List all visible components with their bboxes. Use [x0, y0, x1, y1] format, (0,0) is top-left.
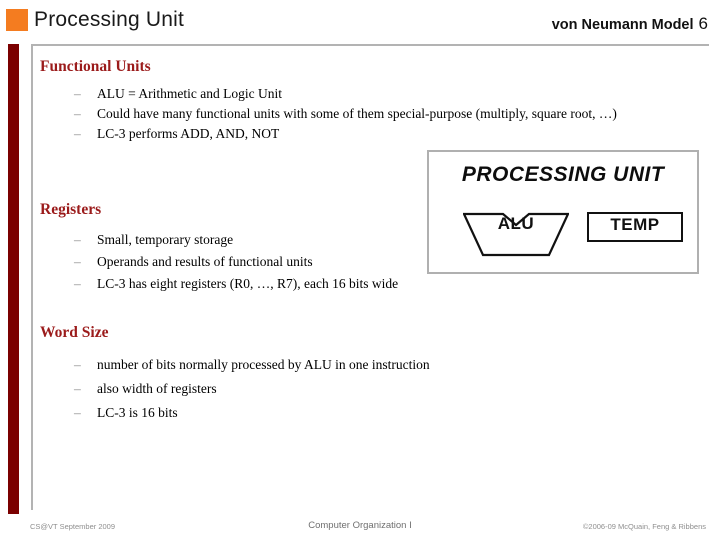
bullet-dash-icon: – [74, 126, 81, 141]
list-item: – also width of registers [33, 377, 430, 401]
list-item-text: Could have many functional units with so… [97, 106, 617, 121]
bullet-dash-icon: – [74, 254, 81, 269]
bullet-list: – ALU = Arithmetic and Logic Unit – Coul… [33, 84, 707, 144]
list-item-text: Small, temporary storage [97, 232, 234, 247]
section-heading: Functional Units [40, 58, 151, 75]
list-item: – number of bits normally processed by A… [33, 353, 430, 377]
list-item-text: LC-3 performs ADD, AND, NOT [97, 126, 280, 141]
list-item-text: ALU = Arithmetic and Logic Unit [97, 86, 282, 101]
bullet-dash-icon: – [74, 357, 81, 372]
bullet-dash-icon: – [74, 86, 81, 101]
left-accent-bar [8, 44, 19, 514]
slide-header: Processing Unit von Neumann Model 6 [0, 0, 720, 42]
list-item-text: Operands and results of functional units [97, 254, 313, 269]
list-item: – ALU = Arithmetic and Logic Unit [33, 84, 707, 104]
section-functional-units: Functional Units – ALU = Arithmetic and … [33, 58, 707, 144]
header-accent-square [6, 9, 28, 31]
bullet-dash-icon: – [74, 381, 81, 396]
processing-unit-diagram: PROCESSING UNIT ALU TEMP [427, 150, 699, 274]
list-item-text: LC-3 is 16 bits [97, 405, 178, 420]
list-item: – LC-3 is 16 bits [33, 401, 430, 425]
footer-right-text: ©2006-09 McQuain, Feng & Ribbens [582, 522, 706, 531]
bullet-list: – Small, temporary storage – Operands an… [33, 229, 398, 295]
diagram-title: PROCESSING UNIT [461, 163, 665, 186]
bullet-dash-icon: – [74, 276, 81, 291]
list-item-text: LC-3 has eight registers (R0, …, R7), ea… [97, 276, 399, 291]
bullet-list: – number of bits normally processed by A… [33, 353, 430, 425]
section-registers: Registers – Small, temporary storage – O… [33, 201, 398, 295]
header-subtitle: von Neumann Model [551, 17, 694, 33]
list-item: – LC-3 performs ADD, AND, NOT [33, 124, 707, 144]
temp-label: TEMP [610, 215, 660, 234]
list-item: – Operands and results of functional uni… [33, 251, 398, 273]
section-word-size: Word Size – number of bits normally proc… [33, 324, 430, 425]
page-title: Processing Unit [34, 8, 185, 31]
bullet-dash-icon: – [74, 405, 81, 420]
slide-number: 6 [698, 14, 708, 33]
slide-content: Functional Units – ALU = Arithmetic and … [31, 44, 709, 510]
list-item: – LC-3 has eight registers (R0, …, R7), … [33, 273, 398, 295]
section-heading: Registers [40, 201, 102, 218]
list-item: – Small, temporary storage [33, 229, 398, 251]
section-heading: Word Size [40, 324, 109, 341]
bullet-dash-icon: – [74, 106, 81, 121]
slide-footer: CS@VT September 2009 Computer Organizati… [0, 514, 720, 540]
list-item-text: number of bits normally processed by ALU… [97, 357, 430, 372]
header-right-group: von Neumann Model 6 [552, 14, 708, 34]
alu-label: ALU [497, 214, 535, 233]
list-item-text: also width of registers [97, 381, 217, 396]
list-item: – Could have many functional units with … [33, 104, 707, 124]
bullet-dash-icon: – [74, 232, 81, 247]
